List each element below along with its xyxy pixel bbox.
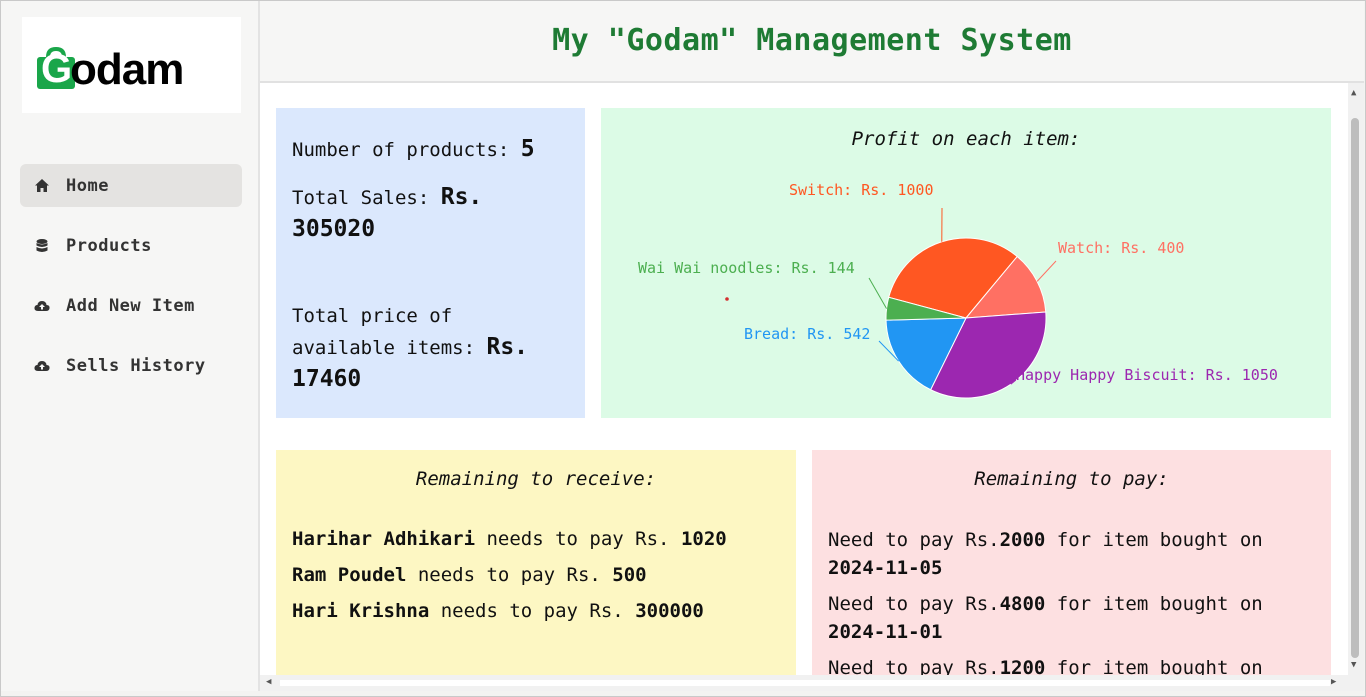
- payable-date: 2024-11-05: [828, 557, 943, 579]
- remaining-to-receive-card: Remaining to receive: Harihar Adhikari n…: [276, 450, 796, 675]
- page-title: My "Godam" Management System: [552, 23, 1072, 58]
- total-sales-label: Total Sales:: [292, 187, 441, 209]
- scroll-down-arrow-icon[interactable]: ▼: [1351, 660, 1356, 670]
- home-icon: [35, 179, 49, 192]
- receivable-amount: 1020: [680, 528, 727, 550]
- payable-row: Need to pay Rs.2000 for item bought on 2…: [828, 526, 1318, 582]
- scroll-up-arrow-icon[interactable]: ▲: [1351, 88, 1356, 98]
- header: My "Godam" Management System: [260, 1, 1364, 83]
- logo[interactable]: G odam: [22, 17, 241, 113]
- sidebar-item-label: Add New Item: [66, 295, 195, 316]
- main-content: Number of products: 5 Total Sales: Rs. 3…: [260, 83, 1348, 675]
- sidebar-item-label: Sells History: [66, 355, 206, 376]
- available-price-label: Total price of available items:: [292, 305, 487, 359]
- receivable-text: needs to pay Rs.: [406, 564, 613, 586]
- receivable-row: Hari Krishna needs to pay Rs. 300000: [292, 600, 704, 622]
- sidebar: G odam Home Products Add New Item Sells …: [1, 1, 260, 691]
- pie-label: Happy Happy Biscuit: Rs. 1050: [1016, 366, 1278, 384]
- total-sales-stat: Total Sales: Rs. 305020: [292, 182, 552, 246]
- payable-amount: 2000: [999, 529, 1046, 551]
- pie-label: Bread: Rs. 542: [744, 325, 870, 343]
- sidebar-item-label: Products: [66, 235, 152, 256]
- payable-row: Need to pay Rs.1200 for item bought on: [828, 654, 1318, 675]
- remaining-to-pay-card: Remaining to pay: Need to pay Rs.2000 fo…: [812, 450, 1331, 675]
- pie-label: Watch: Rs. 400: [1058, 239, 1184, 257]
- sidebar-item-sells-history[interactable]: Sells History: [20, 344, 242, 387]
- payable-text: for item bought on: [1045, 593, 1263, 615]
- payable-row: Need to pay Rs.4800 for item bought on 2…: [828, 590, 1318, 646]
- payable-prefix: Need to pay Rs.: [828, 529, 1000, 551]
- payable-prefix: Need to pay Rs.: [828, 593, 1000, 615]
- receivable-row: Ram Poudel needs to pay Rs. 500: [292, 564, 647, 586]
- sidebar-item-label: Home: [66, 175, 109, 196]
- cloud-upload-icon: [34, 301, 50, 311]
- products-count-label: Number of products:: [292, 139, 521, 161]
- payable-date: 2024-11-01: [828, 621, 943, 643]
- profit-pie-chart: Switch: Rs. 1000 Watch: Rs. 400 Happy Happ…: [638, 181, 1278, 399]
- available-price-stat: Total price of available items: Rs. 1746…: [292, 301, 552, 396]
- stats-card: Number of products: 5 Total Sales: Rs. 3…: [276, 108, 585, 418]
- cloud-upload-icon: [34, 361, 50, 371]
- payable-text: for item bought on: [1045, 529, 1263, 551]
- payable-prefix: Need to pay Rs.: [828, 657, 1000, 675]
- payable-text: for item bought on: [1045, 657, 1263, 675]
- profit-chart-card: Profit on each item: Switch: Rs. 1000 Wat…: [601, 108, 1331, 418]
- sidebar-item-home[interactable]: Home: [20, 164, 242, 207]
- receivable-amount: 500: [612, 564, 647, 586]
- receivable-amount: 300000: [635, 600, 704, 622]
- debtor-name: Ram Poudel: [292, 564, 407, 586]
- payable-amount: 4800: [999, 593, 1046, 615]
- receivable-row: Harihar Adhikari needs to pay Rs. 1020: [292, 528, 727, 550]
- pie-label: Switch: Rs. 1000: [789, 181, 934, 199]
- pie-leader-line: [868, 277, 887, 309]
- sidebar-item-products[interactable]: Products: [20, 224, 242, 267]
- remaining-to-pay-title: Remaining to pay:: [974, 468, 1169, 490]
- logo-letter: G: [41, 47, 73, 91]
- receivable-text: needs to pay Rs.: [429, 600, 636, 622]
- sidebar-item-add-new-item[interactable]: Add New Item: [20, 284, 242, 327]
- chart-dot: [725, 297, 729, 301]
- receivable-text: needs to pay Rs.: [475, 528, 681, 550]
- debtor-name: Hari Krishna: [292, 600, 430, 622]
- database-icon: [36, 239, 48, 252]
- pie-leader-line: [1036, 260, 1057, 282]
- debtor-name: Harihar Adhikari: [292, 528, 476, 550]
- products-count-stat: Number of products: 5: [292, 134, 535, 166]
- remaining-to-receive-title: Remaining to receive:: [415, 468, 657, 490]
- vertical-scrollbar-thumb[interactable]: [1351, 118, 1359, 658]
- scroll-left-arrow-icon[interactable]: ◀: [266, 677, 271, 687]
- products-count-value: 5: [520, 136, 535, 162]
- pie-label: Wai Wai noodles: Rs. 144: [638, 259, 855, 277]
- scroll-right-arrow-icon[interactable]: ▶: [1331, 677, 1336, 687]
- logo-text: odam: [70, 45, 184, 94]
- horizontal-scrollbar-thumb[interactable]: [280, 680, 1330, 686]
- payable-amount: 1200: [999, 657, 1046, 675]
